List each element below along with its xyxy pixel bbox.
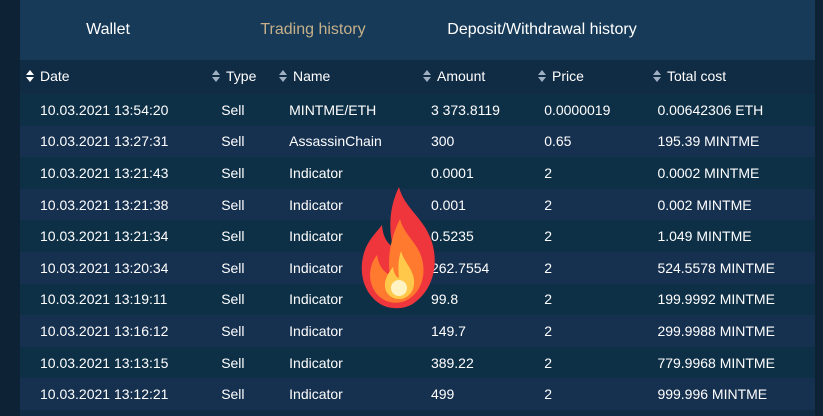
cell-date: 10.03.2021 13:27:31	[40, 133, 169, 150]
cell-date: 10.03.2021 13:12:21	[40, 386, 169, 403]
cell-total-cost: 999.996 MINTME	[657, 386, 768, 403]
cell-amount: 499	[430, 386, 455, 403]
cell-amount: 300	[430, 133, 455, 150]
cell-date: 10.03.2021 13:16:12	[40, 322, 169, 339]
cell-type: Sell	[221, 196, 245, 213]
cell-type: Sell	[221, 164, 245, 181]
cell-price: 0.65	[544, 133, 572, 150]
column-header-total-cost[interactable]: Total cost	[649, 60, 809, 92]
sort-icon[interactable]	[212, 70, 220, 82]
cell-total-cost: 0.0002 MINTME	[657, 164, 760, 181]
cell-type: Sell	[221, 101, 245, 118]
cell-price: 0.0000019	[544, 101, 611, 118]
cell-price: 2	[544, 164, 552, 181]
table-row: 10.03.2021 13:13:15 Sell Indicator 389.2…	[20, 346, 815, 379]
cell-type: Sell	[221, 291, 245, 308]
sort-icon[interactable]	[653, 70, 661, 82]
tabs-filler	[654, 0, 815, 60]
cell-price: 2	[544, 228, 552, 245]
column-header-label: Amount	[437, 68, 486, 84]
cell-total-cost: 524.5578 MINTME	[657, 259, 775, 276]
cell-name[interactable]: Indicator	[289, 323, 431, 339]
cell-price: 2	[544, 291, 552, 308]
cell-total-cost: 0.00642306 ETH	[657, 101, 764, 118]
cell-date: 10.03.2021 13:21:43	[40, 164, 169, 181]
cell-name[interactable]: Indicator	[289, 386, 431, 402]
cell-type: Sell	[221, 133, 245, 150]
column-header-price[interactable]: Price	[534, 60, 649, 92]
sort-icon[interactable]	[279, 70, 287, 82]
fire-icon	[361, 187, 435, 309]
cell-date: 10.03.2021 13:19:11	[40, 291, 168, 308]
cell-date: 10.03.2021 13:21:34	[40, 228, 169, 245]
tab-trading-history[interactable]: Trading history	[196, 0, 430, 60]
cell-amount: 0.0001	[430, 164, 474, 181]
column-header-amount[interactable]: Amount	[419, 60, 534, 92]
tab-wallet[interactable]: Wallet	[20, 0, 196, 60]
column-header-label: Type	[226, 68, 257, 84]
column-header-date[interactable]: Date	[20, 60, 208, 92]
cell-amount: 0.001	[430, 196, 466, 213]
column-header-label: Total cost	[667, 68, 727, 84]
cell-type: Sell	[221, 259, 245, 276]
cell-amount: 389.22	[430, 354, 474, 371]
cell-type: Sell	[221, 322, 245, 339]
sort-icon[interactable]	[538, 70, 546, 82]
cell-total-cost: 1.049 MINTME	[657, 228, 752, 245]
table-row: 10.03.2021 13:54:20 Sell MINTME/ETH 3 37…	[20, 94, 815, 126]
cell-name[interactable]: Indicator	[289, 165, 431, 181]
cell-total-cost: 0.002 MINTME	[657, 196, 752, 213]
cell-price: 2	[544, 196, 552, 213]
cell-type: Sell	[221, 386, 245, 403]
cell-amount: 3 373.8119	[430, 101, 500, 118]
cell-total-cost: 299.9988 MINTME	[657, 322, 775, 339]
cell-total-cost: 199.9992 MINTME	[657, 291, 775, 308]
cell-name[interactable]: MINTME/ETH	[289, 102, 431, 118]
cell-amount: 99.8	[430, 291, 459, 308]
column-header-label: Price	[552, 68, 584, 84]
cell-date: 10.03.2021 13:54:20	[40, 101, 169, 118]
table-row: 10.03.2021 13:12:21 Sell Indicator 499 2…	[20, 378, 815, 410]
cell-amount: 149.7	[430, 322, 466, 339]
cell-total-cost: 195.39 MINTME	[657, 133, 760, 150]
column-header-label: Date	[40, 68, 70, 84]
cell-price: 2	[544, 259, 552, 276]
cell-price: 2	[544, 322, 552, 339]
history-tabs: Wallet Trading history Deposit/Withdrawa…	[20, 0, 815, 60]
cell-date: 10.03.2021 13:21:38	[40, 196, 169, 213]
cell-name[interactable]: Indicator	[289, 355, 431, 371]
cell-name[interactable]: AssassinChain	[289, 133, 431, 149]
column-header-type[interactable]: Type	[208, 60, 275, 92]
cell-type: Sell	[221, 354, 245, 371]
table-row: 10.03.2021 13:16:12 Sell Indicator 149.7…	[20, 315, 815, 347]
cell-price: 2	[544, 354, 552, 371]
cell-price: 2	[544, 386, 552, 403]
column-header-name[interactable]: Name	[275, 60, 419, 92]
sort-icon[interactable]	[423, 70, 431, 82]
column-header-label: Name	[293, 68, 331, 84]
table-header: Date Type Name Amount Price Total cost	[20, 60, 815, 92]
tab-deposit-withdrawal-history[interactable]: Deposit/Withdrawal history	[430, 0, 654, 60]
cell-date: 10.03.2021 13:13:15	[40, 354, 169, 371]
cell-date: 10.03.2021 13:20:34	[40, 259, 169, 276]
cell-amount: 0.5235	[430, 228, 474, 245]
cell-amount: 262.7554	[430, 259, 490, 276]
cell-total-cost: 779.9968 MINTME	[657, 354, 775, 371]
cell-type: Sell	[221, 228, 245, 245]
sort-icon[interactable]	[26, 70, 34, 82]
table-row: 10.03.2021 13:27:31 Sell AssassinChain 3…	[20, 125, 815, 158]
